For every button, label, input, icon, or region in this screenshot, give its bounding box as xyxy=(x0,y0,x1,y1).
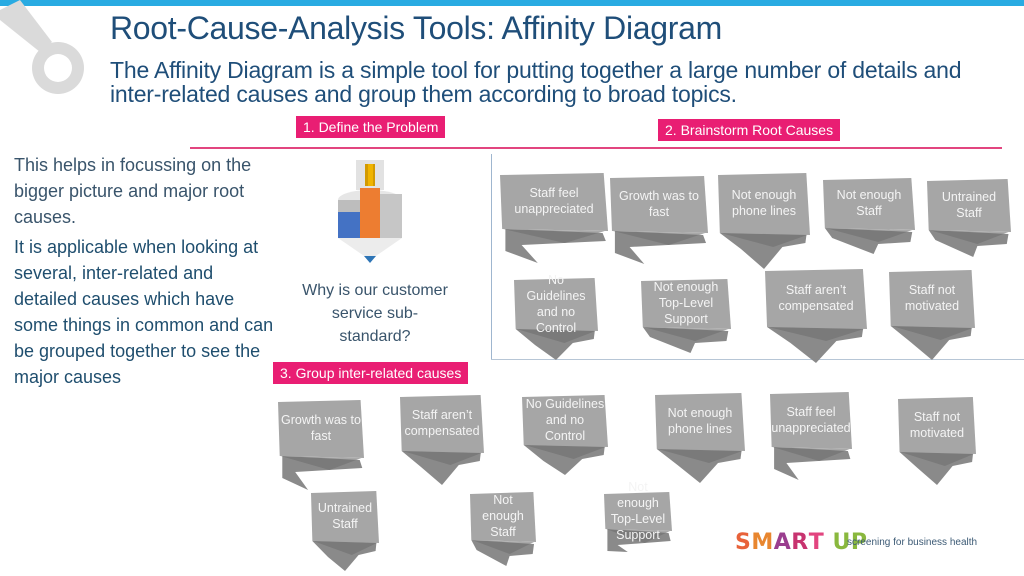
grouped-card-label: Untrained Staff xyxy=(317,501,373,531)
grouped-card-label: Growth was to fast xyxy=(281,413,361,443)
pencil-icon xyxy=(338,160,402,263)
brainstorm-card: Untrained Staff xyxy=(927,179,1011,261)
logo-letter: S xyxy=(735,530,752,555)
grouped-card-label: Staff aren’t compensated xyxy=(404,408,480,438)
intro-text: This helps in focussing on the bigger pi… xyxy=(14,155,252,227)
applicability-text: It is applicable when looking at several… xyxy=(14,237,274,387)
grouped-card: Not enough Staff xyxy=(470,492,536,570)
grouped-card-label: Not enough Top-Level Support xyxy=(610,479,666,542)
logo-tagline: screening for business health xyxy=(847,537,978,548)
brainstorm-card: Staff feel unappreciated xyxy=(500,173,608,263)
brainstorm-card-label: Not enough Staff xyxy=(836,188,902,218)
grouped-card-label: No Guidelines and no Control xyxy=(525,397,605,443)
grouped-card-label: Not enough phone lines xyxy=(667,406,733,436)
grouped-card: Growth was to fast xyxy=(278,400,364,490)
grouped-card: Not enough phone lines xyxy=(655,393,745,483)
section-divider xyxy=(190,147,1002,149)
brainstorm-card: Staff not motivated xyxy=(889,270,975,360)
step-brainstorm-label: 2. Brainstorm Root Causes xyxy=(658,119,841,141)
brainstorm-card: Not enough Staff xyxy=(823,178,915,258)
grouped-card: Staff not motivated xyxy=(898,397,976,485)
brainstorm-card: Growth was to fast xyxy=(610,176,708,264)
logo-letter xyxy=(824,530,832,555)
grouped-card-label: Not enough Staff xyxy=(482,493,524,539)
brainstorm-card-label: No Guidelines and no Control xyxy=(526,272,586,335)
logo-letter: A xyxy=(773,530,792,555)
grouped-card-label: Staff not motivated xyxy=(909,409,965,440)
brainstorm-card-label: Not enough Top-Level Support xyxy=(653,280,719,326)
grouped-card-label: Staff feel unappreciated xyxy=(771,404,851,435)
grouped-card: No Guidelines and no Control xyxy=(522,395,608,475)
problem-question: Why is our customer service sub-standard… xyxy=(302,282,448,345)
brainstorm-card: Staff aren’t compensated xyxy=(765,269,867,363)
brainstorm-card-label: Staff aren’t compensated xyxy=(778,283,854,313)
wrench-decoration-icon xyxy=(0,0,84,94)
page-title: Root-Cause-Analysis Tools: Affinity Diag… xyxy=(110,10,722,46)
brainstorm-card: No Guidelines and no Control xyxy=(514,272,598,360)
grouped-card: Untrained Staff xyxy=(311,491,379,571)
vertical-divider xyxy=(491,154,492,359)
step-group-label: 3. Group inter-related causes xyxy=(273,362,469,384)
brainstorm-card: Not enough Top-Level Support xyxy=(641,279,731,357)
brainstorm-card-label: Staff not motivated xyxy=(904,283,960,313)
page-subtitle: The Affinity Diagram is a simple tool fo… xyxy=(110,57,962,107)
grouped-card: Staff feel unappreciated xyxy=(770,392,852,480)
top-accent-bar xyxy=(0,0,1024,6)
brainstorm-card: Not enough phone lines xyxy=(718,173,810,269)
logo-letter: T xyxy=(808,530,825,555)
step-define-label: 1. Define the Problem xyxy=(296,116,446,138)
logo-letter: R xyxy=(791,530,809,555)
grouped-card: Not enough Top-Level Support xyxy=(604,479,672,552)
brainstorm-card-label: Untrained Staff xyxy=(941,189,997,220)
brainstorm-card-label: Not enough phone lines xyxy=(731,188,797,218)
grouped-card: Staff aren’t compensated xyxy=(400,395,484,485)
logo-letter: M xyxy=(751,530,774,555)
brainstorm-card-label: Growth was to fast xyxy=(619,188,699,219)
brainstorm-card-label: Staff feel unappreciated xyxy=(514,186,594,216)
